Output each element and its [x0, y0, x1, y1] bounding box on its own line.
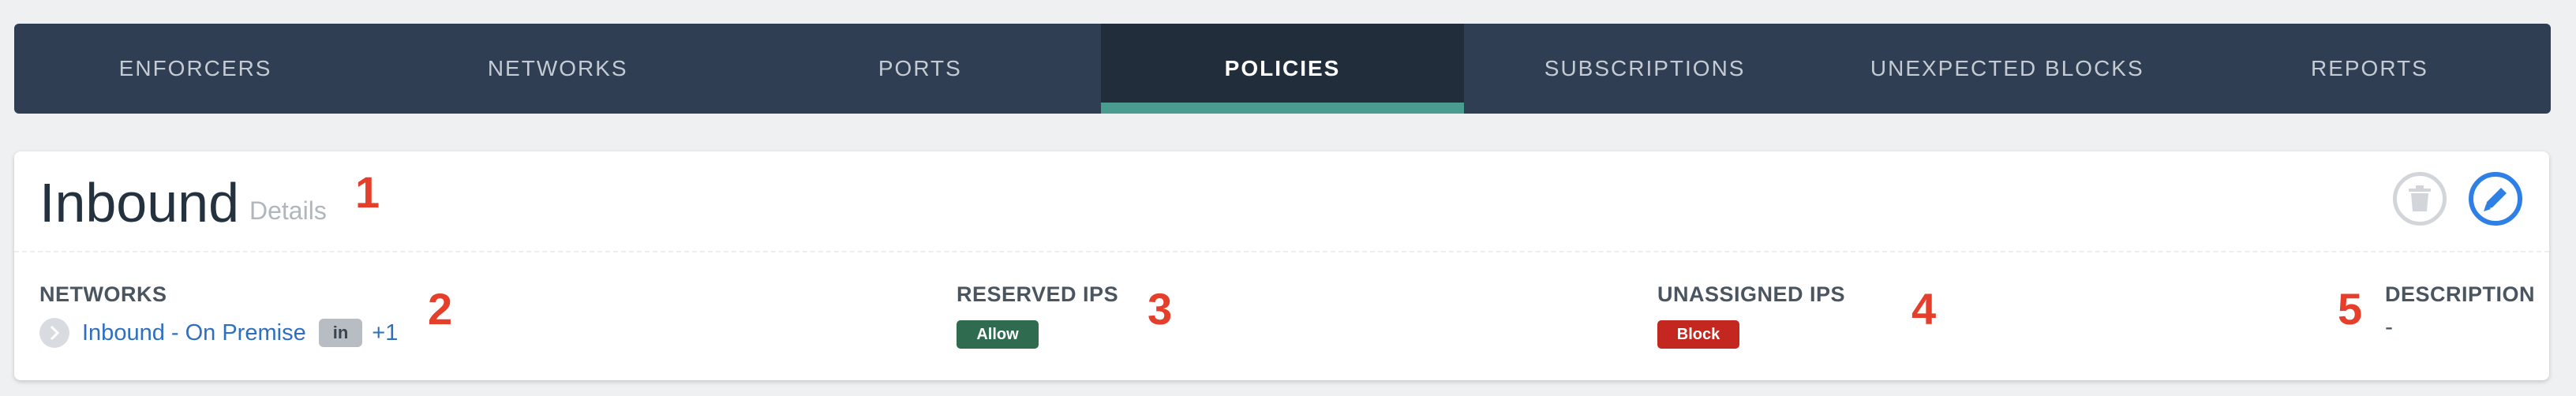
policy-card: Inbound Details 1 NETWORKS Inbound - On … — [14, 151, 2549, 380]
reserved-ips-badge: Allow — [957, 320, 1039, 349]
trash-icon — [2409, 185, 2431, 211]
delete-button[interactable] — [2393, 172, 2447, 226]
page-title: Inbound — [39, 172, 240, 233]
annotation-marker-3: 3 — [1148, 284, 1173, 334]
tab-subscriptions[interactable]: SUBSCRIPTIONS — [1464, 24, 1826, 114]
card-divider — [14, 251, 2549, 252]
chevron-right-icon — [50, 325, 60, 341]
edit-button[interactable] — [2469, 172, 2522, 226]
unassigned-ips-badge: Block — [1657, 320, 1739, 349]
annotation-marker-4: 4 — [1911, 284, 1937, 334]
tab-reports[interactable]: REPORTS — [2188, 24, 2551, 114]
networks-label: NETWORKS — [39, 282, 167, 306]
network-row: Inbound - On Premise in +1 — [39, 317, 398, 349]
tab-policies[interactable]: POLICIES — [1101, 24, 1464, 114]
unassigned-ips-label: UNASSIGNED IPS — [1657, 282, 1846, 306]
network-link[interactable]: Inbound - On Premise — [82, 320, 306, 346]
pencil-icon — [2484, 188, 2507, 211]
top-nav: ENFORCERS NETWORKS PORTS POLICIES SUBSCR… — [14, 24, 2551, 114]
description-value: - — [2385, 314, 2393, 340]
page-subtitle: Details — [249, 196, 327, 225]
annotation-marker-5: 5 — [2338, 284, 2363, 334]
more-networks-link[interactable]: +1 — [372, 320, 398, 346]
annotation-marker-1: 1 — [355, 167, 380, 217]
description-label: DESCRIPTION — [2385, 282, 2536, 306]
direction-badge: in — [318, 319, 363, 347]
tab-ports[interactable]: PORTS — [739, 24, 1101, 114]
expand-button[interactable] — [39, 318, 69, 348]
tab-enforcers[interactable]: ENFORCERS — [14, 24, 376, 114]
tab-networks[interactable]: NETWORKS — [376, 24, 739, 114]
tab-unexpected-blocks[interactable]: UNEXPECTED BLOCKS — [1826, 24, 2188, 114]
reserved-ips-label: RESERVED IPS — [957, 282, 1119, 306]
annotation-marker-2: 2 — [428, 284, 453, 334]
